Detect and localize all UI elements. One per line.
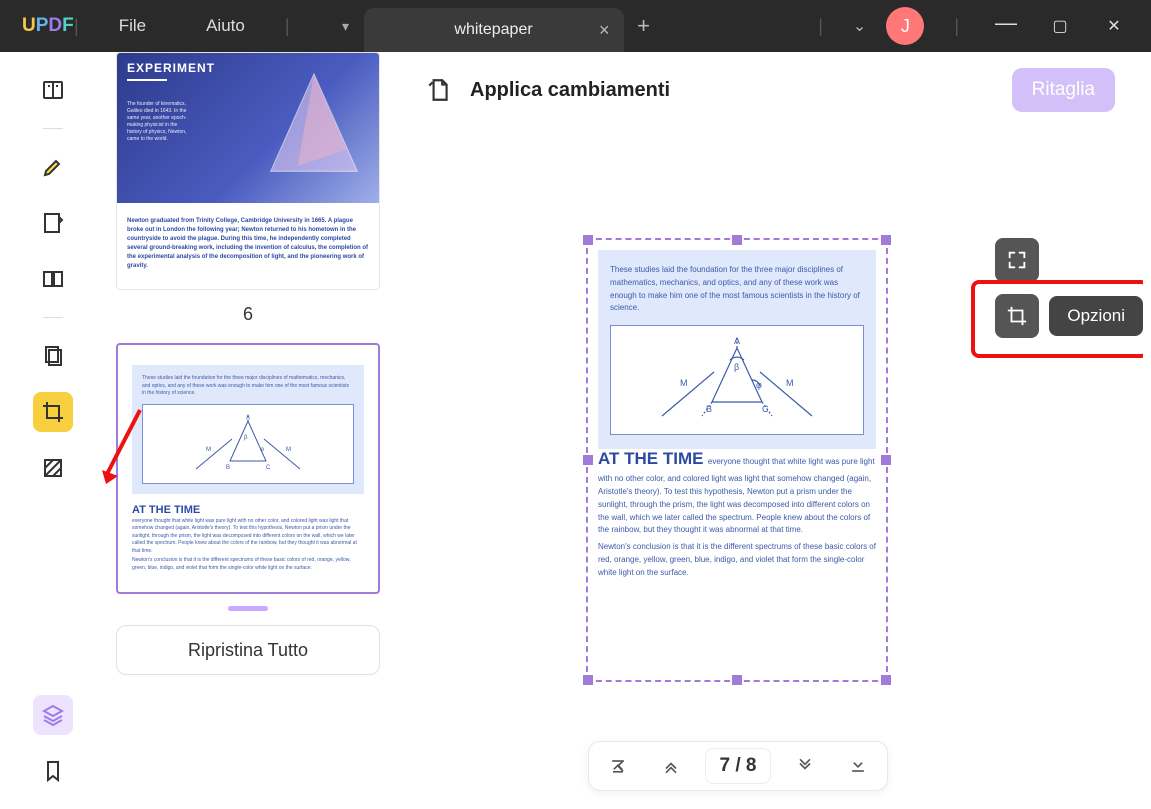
restore-all-button[interactable]: Ripristina Tutto [116,625,380,675]
pager-indicator[interactable]: 7 / 8 [705,748,772,784]
page-heading: AT THE TIME [598,449,703,468]
pager-last-button[interactable] [839,747,877,785]
crop-button[interactable]: Ritaglia [1012,68,1115,112]
page-text: everyone thought that white light was pu… [708,457,875,466]
svg-text:B: B [706,404,712,414]
sidebar-reader-icon[interactable] [33,70,73,110]
avatar[interactable]: J [886,7,924,45]
separator: | [944,16,969,37]
sidebar-crop-icon[interactable] [33,392,73,432]
page-text: with no other color, and colored light w… [598,473,876,537]
crop-floating-tools: Opzioni [995,238,1143,338]
separator: | [275,16,300,37]
pager-first-button[interactable] [599,747,637,785]
pager: 7 / 8 [588,741,888,791]
sidebar-organize-icon[interactable] [33,336,73,376]
sidebar-background-icon[interactable] [33,448,73,488]
separator [43,128,63,129]
page-icon [426,77,452,103]
svg-text:φ: φ [260,447,264,453]
thumb-body-text: Newton graduated from Trinity College, C… [127,217,369,271]
main: EXPERIMENT The founder of kinematics, Ga… [8,52,1143,809]
thumb-para: These studies laid the foundation for th… [142,375,354,398]
sidebar-bookmark-icon[interactable] [33,751,73,791]
svg-text:β: β [734,362,739,372]
thumbnail-page-7[interactable]: These studies laid the foundation for th… [116,343,380,594]
canvas-header: Applica cambiamenti Ritaglia [398,52,1143,128]
svg-text:C: C [266,465,271,471]
svg-text:M: M [786,378,794,388]
menu-file[interactable]: File [89,16,176,36]
canvas-area: Applica cambiamenti Ritaglia These studi… [398,52,1143,809]
sidebar-two-page-icon[interactable] [33,259,73,299]
sidebar-highlight-icon[interactable] [33,147,73,187]
tab-add-button[interactable]: + [624,13,664,39]
tab-menu-icon[interactable]: ▾ [328,18,364,35]
svg-text:M: M [206,447,211,453]
svg-text:M: M [680,378,688,388]
page-crop-area[interactable]: These studies laid the foundation for th… [586,238,888,682]
svg-text:A: A [734,336,740,346]
page-text: Newton's conclusion is that it is the di… [598,541,876,579]
window-maximize-button[interactable]: ▢ [1043,16,1077,36]
thumbnails-panel: EXPERIMENT The founder of kinematics, Ga… [98,52,398,809]
prism-illustration [259,63,369,193]
sidebar [8,52,98,809]
app-logo: UPDF [0,15,64,37]
svg-text:B: B [226,465,230,471]
tab-active[interactable]: whitepaper × [364,8,624,52]
thumbnail-handle[interactable] [228,606,268,611]
fullscreen-button[interactable] [995,238,1039,282]
window-close-button[interactable]: ✕ [1097,16,1131,36]
svg-text:A: A [246,415,250,421]
pager-next-button[interactable] [786,747,824,785]
options-tooltip: Opzioni [1049,296,1143,336]
svg-text:M: M [286,447,291,453]
separator: | [808,16,833,37]
menu-help[interactable]: Aiuto [176,16,275,36]
sidebar-layers-icon[interactable] [33,695,73,735]
thumb-text: Newton's conclusion is that it is the di… [132,557,364,572]
separator: | [64,16,89,37]
tab-label: whitepaper [454,21,532,39]
thumb-heading: AT THE TIME [132,504,364,516]
crop-options-button[interactable] [995,294,1039,338]
thumb-subtext: The founder of kinematics, Galileo died … [127,101,187,143]
thumb-text: everyone thought that white light was pu… [132,518,364,556]
page-content: These studies laid the foundation for th… [594,246,880,674]
window-minimize-button[interactable]: — [989,10,1023,36]
canvas-title: Applica cambiamenti [470,79,670,102]
svg-text:β: β [244,435,248,441]
close-icon[interactable]: × [599,20,610,41]
thumbnail-page-6[interactable]: EXPERIMENT The founder of kinematics, Ga… [116,52,380,290]
separator [43,317,63,318]
pager-prev-button[interactable] [652,747,690,785]
prism-diagram: A B C M Mβ φ [142,404,354,484]
prism-diagram: A B C M Mβ φ [610,325,864,435]
page-para: These studies laid the foundation for th… [610,264,864,315]
thumb-page-number: 6 [116,304,380,325]
sidebar-edit-icon[interactable] [33,203,73,243]
svg-text:φ: φ [756,380,762,390]
titlebar: UPDF | File Aiuto | ▾ whitepaper × + | ⌄… [0,0,1151,52]
chevron-down-icon[interactable]: ⌄ [853,16,866,36]
svg-text:C: C [762,404,769,414]
